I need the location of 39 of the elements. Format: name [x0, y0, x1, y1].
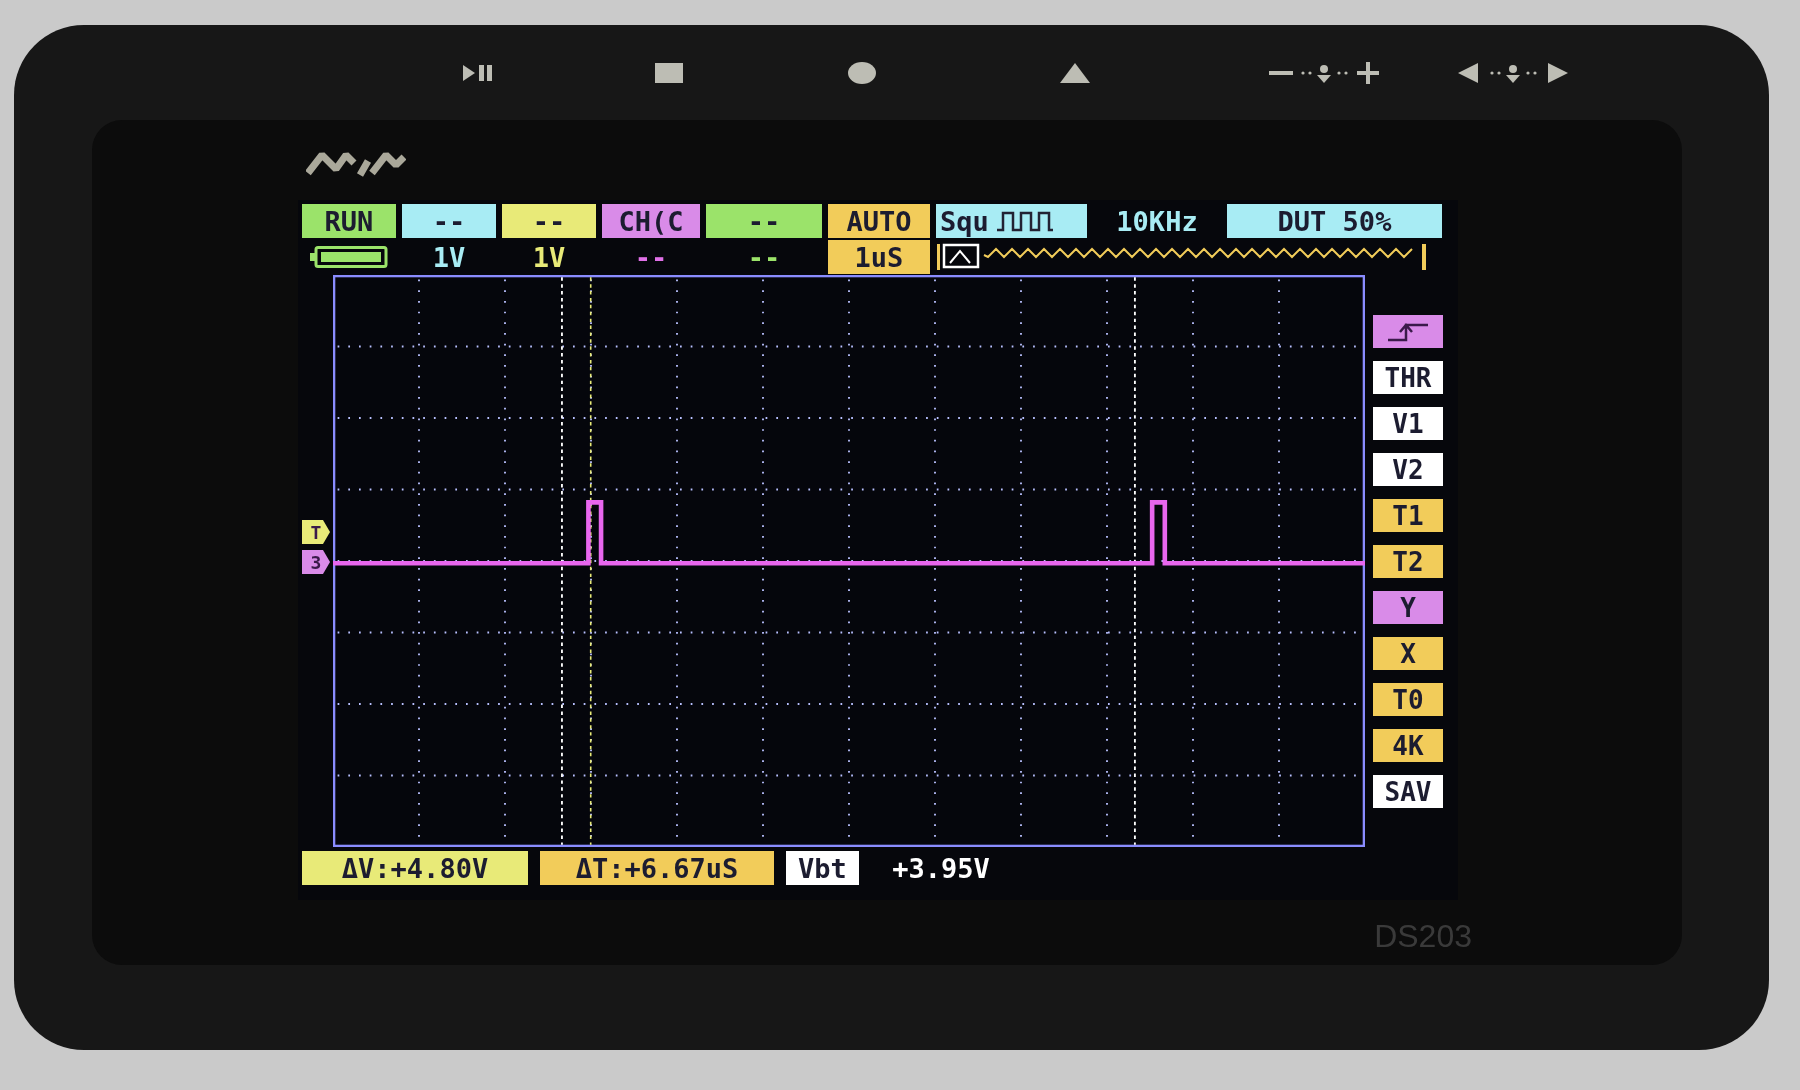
play-pause-icon[interactable] — [460, 62, 495, 83]
level-marker[interactable]: 3 — [302, 550, 330, 574]
menu-item[interactable]: THR — [1373, 361, 1443, 394]
menu-item[interactable]: SAV — [1373, 775, 1443, 808]
status-badge: CH(C — [602, 204, 700, 238]
status-badge: DUT 50% — [1227, 204, 1442, 238]
status-badge: -- — [402, 204, 496, 238]
menu-item[interactable]: Y — [1373, 591, 1443, 624]
menu-item[interactable]: T0 — [1373, 683, 1443, 716]
menu-item[interactable]: V1 — [1373, 407, 1443, 440]
stop-icon[interactable] — [655, 62, 683, 83]
minus-plus-icon[interactable] — [1269, 60, 1379, 85]
triangle-icon[interactable] — [1059, 62, 1090, 83]
level-marker[interactable]: T — [302, 520, 330, 544]
measurement-readout: ΔT:+6.67uS — [540, 851, 774, 885]
channel-setting: -- — [746, 240, 782, 274]
status-badge: -- — [502, 204, 596, 238]
frequency-reading: 10KHz — [1115, 204, 1199, 238]
channel-setting: 1V — [431, 240, 467, 274]
menu-item[interactable]: T2 — [1373, 545, 1443, 578]
trigger-edge-button[interactable] — [1373, 315, 1443, 348]
battery-voltage: +3.95V — [891, 851, 991, 885]
status-badge: AUTO — [828, 204, 930, 238]
signal-mode-label: Squ — [940, 207, 989, 235]
status-badge: RUN — [302, 204, 396, 238]
rising-edge-icon — [1386, 321, 1430, 342]
menu-item[interactable]: 4K — [1373, 729, 1443, 762]
channel-setting: -- — [633, 240, 669, 274]
square-wave-icon — [994, 210, 1055, 232]
status-badge: -- — [706, 204, 822, 238]
timebase-badge: 1uS — [828, 240, 930, 274]
record-icon[interactable] — [848, 61, 876, 84]
menu-item[interactable]: T1 — [1373, 499, 1443, 532]
measurement-readout: Vbt — [786, 851, 859, 885]
menu-item[interactable]: X — [1373, 637, 1443, 670]
channel-setting: 1V — [531, 240, 567, 274]
measurement-readout: ΔV:+4.80V — [302, 851, 528, 885]
left-right-icon[interactable] — [1458, 60, 1568, 85]
menu-item[interactable]: V2 — [1373, 453, 1443, 486]
